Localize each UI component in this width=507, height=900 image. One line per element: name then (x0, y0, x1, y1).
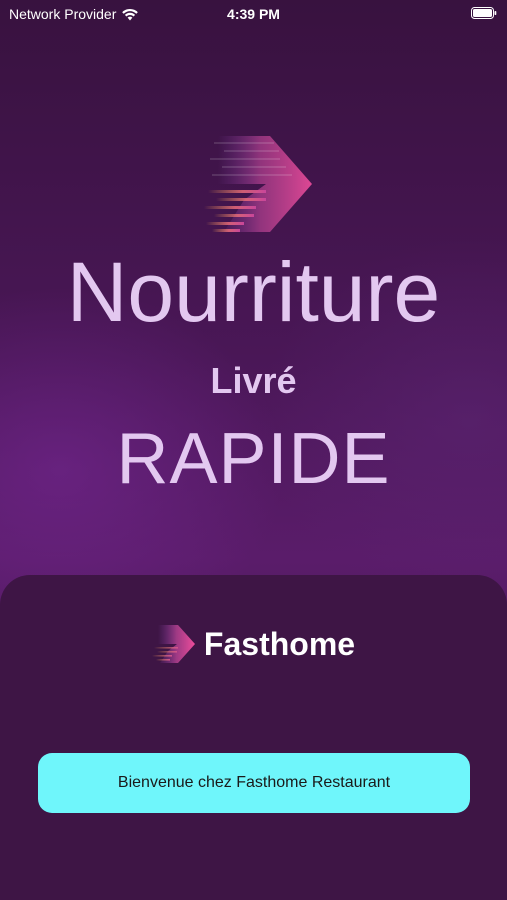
battery-icon (471, 7, 497, 19)
status-bar: Network Provider 4:39 PM (0, 0, 507, 28)
brand-row: Fasthome (0, 623, 507, 665)
speed-arrow-logo-icon (151, 625, 195, 663)
hero-tagline: RAPIDE (116, 419, 391, 499)
bottom-card: Fasthome Bienvenue chez Fasthome Restaur… (0, 575, 507, 900)
status-time: 4:39 PM (227, 6, 280, 22)
brand-name: Fasthome (203, 625, 356, 662)
welcome-button-label: Bienvenue chez Fasthome Restaurant (117, 774, 391, 791)
welcome-screen: Network Provider 4:39 PM Nourriture Livr… (0, 0, 507, 900)
speed-arrow-logo-icon (204, 136, 312, 232)
welcome-button[interactable]: Bienvenue chez Fasthome Restaurant (38, 753, 470, 813)
hero-subtitle: Livré (210, 360, 297, 401)
hero-title: Nourriture (66, 245, 441, 339)
